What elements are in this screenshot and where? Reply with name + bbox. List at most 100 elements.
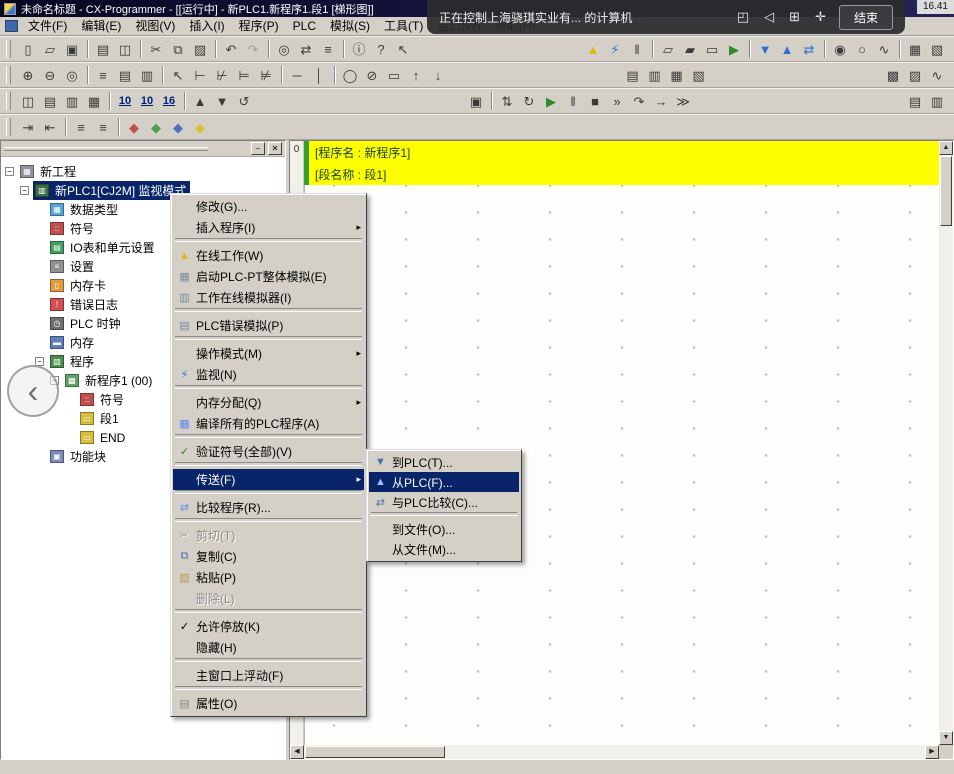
new-closed-coil-icon[interactable]: ⊘ [361, 64, 383, 86]
tree-expander-icon[interactable]: − [20, 186, 29, 195]
pause-monitor-icon[interactable]: ‖ [626, 38, 648, 60]
tree-item-body[interactable]: :: 符号 [48, 219, 98, 238]
about-icon[interactable]: ⓘ [348, 38, 370, 60]
online-edit-icon[interactable]: ▣ [465, 90, 487, 112]
help-icon[interactable]: ? [370, 38, 392, 60]
tree-expander-icon[interactable]: − [5, 167, 14, 176]
cross-reference-icon[interactable]: ▦ [666, 64, 688, 86]
menu-item[interactable]: 插入(I) [182, 17, 231, 35]
save-icon[interactable]: ▣ [61, 38, 83, 60]
mdi-child-icon[interactable] [5, 20, 18, 32]
print-preview-icon[interactable]: ◫ [114, 38, 136, 60]
symbol-table-icon[interactable]: ≡ [92, 64, 114, 86]
ctx-start-plc-pt-simulation[interactable]: ▦ 启动PLC-PT整体模拟(E) [173, 266, 364, 287]
tree-item-body[interactable]: ▬ 内存 [48, 333, 98, 352]
tile-vertical-icon[interactable]: ▦ [83, 90, 105, 112]
force-on-icon[interactable]: ◉ [829, 38, 851, 60]
zoom-out-icon[interactable]: ⊖ [39, 64, 61, 86]
new-window-icon[interactable]: ◫ [17, 90, 39, 112]
vertical-scrollbar[interactable]: ▲ ▼ [939, 141, 953, 745]
cycle-time-icon[interactable]: ↻ [518, 90, 540, 112]
or-open-contact-icon[interactable]: ⊨ [233, 64, 255, 86]
program-name-banner[interactable]: [程序名 : 新程序1] [304, 141, 939, 163]
play-icon[interactable]: ▶ [540, 90, 562, 112]
debug-mode-icon[interactable]: ▰ [679, 38, 701, 60]
horizontal-scroll-thumb[interactable] [305, 746, 445, 758]
info-window-icon[interactable]: ▥ [926, 90, 948, 112]
panel-grip[interactable] [4, 147, 208, 151]
toolbar-spacer[interactable] [255, 90, 465, 112]
mark-green-icon[interactable]: ◆ [145, 116, 167, 138]
horizontal-scrollbar[interactable]: ◀ ▶ [290, 745, 939, 759]
tree-item-new-project[interactable]: − ▦ 新工程 [1, 162, 285, 181]
paste-icon[interactable]: ▨ [189, 38, 211, 60]
fullscreen-icon[interactable]: ◰ [737, 9, 749, 25]
ctx-transfer-from-plc[interactable]: ▲ 从PLC(F)... [369, 472, 519, 492]
force-off-icon[interactable]: ○ [851, 38, 873, 60]
toolbar-spacer[interactable] [710, 64, 883, 86]
compare-with-plc-icon[interactable]: ⇄ [798, 38, 820, 60]
run-mode-icon[interactable]: ▶ [723, 38, 745, 60]
rising-edge-icon[interactable]: ↑ [405, 64, 427, 86]
toolbar-spacer[interactable] [414, 38, 582, 60]
scroll-left-button[interactable]: ◀ [290, 745, 304, 759]
ctx-insert-program[interactable]: 插入程序(I) ▸ [173, 217, 364, 238]
pause-icon[interactable]: ‖ [562, 90, 584, 112]
ctx-compile-all-plc-programs[interactable]: ▦ 编译所有的PLC程序(A) [173, 413, 364, 434]
new-open-contact-icon[interactable]: ⊢ [189, 64, 211, 86]
scroll-right-button[interactable]: ▶ [925, 745, 939, 759]
auto-online-icon[interactable]: ⚡ [604, 38, 626, 60]
carousel-prev-button[interactable]: ‹ [7, 365, 59, 417]
address-reference-icon[interactable]: ▧ [688, 64, 710, 86]
or-closed-contact-icon[interactable]: ⊭ [255, 64, 277, 86]
toolbar-spacer[interactable] [694, 90, 904, 112]
send-changes-icon[interactable]: ⇅ [496, 90, 518, 112]
menu-item[interactable]: 文件(F) [21, 17, 74, 35]
vertical-line-icon[interactable]: │ [308, 64, 330, 86]
mark-yellow-icon[interactable]: ◆ [189, 116, 211, 138]
watch-window-icon[interactable]: ▤ [622, 64, 644, 86]
menu-item[interactable]: 模拟(S) [323, 17, 377, 35]
section-name-banner[interactable]: [段名称 : 段1] [304, 163, 939, 185]
ctx-cut[interactable]: ✂ 剪切(T) [173, 525, 364, 546]
menu-item[interactable]: 编辑(E) [74, 17, 128, 35]
output-window-icon[interactable]: ▥ [644, 64, 666, 86]
tree-item-body[interactable]: ! 错误日志 [48, 295, 122, 314]
io-table-icon[interactable]: ▩ [882, 64, 904, 86]
tree-item-body[interactable]: ▣ 功能块 [48, 447, 110, 466]
ctx-hide[interactable]: 隐藏(H) [173, 637, 364, 658]
volume-icon[interactable]: ◁ [764, 9, 774, 25]
search-icon[interactable]: ≡ [317, 38, 339, 60]
ctx-compare-program[interactable]: ⇄ 比较程序(R)... [173, 497, 364, 518]
refresh-icon[interactable]: ↺ [233, 90, 255, 112]
new-file-icon[interactable]: ▯ [17, 38, 39, 60]
ctx-paste[interactable]: ▨ 粘贴(P) [173, 567, 364, 588]
cut-icon[interactable]: ✂ [145, 38, 167, 60]
vertical-scroll-thumb[interactable] [940, 156, 952, 226]
ctx-float-in-main-window[interactable]: 主窗口上浮动(F) [173, 665, 364, 686]
ctx-work-online[interactable]: ▲ 在线工作(W) [173, 245, 364, 266]
ctx-verify-symbols-all[interactable]: ✓ 验证符号(全部)(V) [173, 441, 364, 462]
decrease-indent-icon[interactable]: ⇤ [39, 116, 61, 138]
font-size-16-icon[interactable]: 16 [158, 90, 180, 112]
falling-edge-icon[interactable]: ↓ [427, 64, 449, 86]
differential-monitor-icon[interactable]: ∿ [873, 38, 895, 60]
menu-item[interactable]: 程序(P) [232, 17, 286, 35]
align-top-icon[interactable]: ≡ [70, 116, 92, 138]
transfer-to-plc-icon[interactable]: ▼ [754, 38, 776, 60]
tree-item-body[interactable]: ▦ 数据类型 [48, 200, 122, 219]
rung-down-icon[interactable]: ▼ [211, 90, 233, 112]
panel-pin-button[interactable]: ‒ [251, 142, 265, 155]
toolbar-spacer[interactable] [449, 64, 622, 86]
ctx-transfer-from-file[interactable]: 从文件(M)... [369, 539, 519, 559]
grid-icon[interactable]: ▦ [904, 38, 926, 60]
scroll-up-button[interactable]: ▲ [939, 141, 953, 155]
tree-item-body[interactable]: ▤ IO表和单元设置 [48, 238, 159, 257]
menu-item[interactable]: PLC [286, 17, 323, 35]
ctx-transfer-to-plc[interactable]: ▼ 到PLC(T)... [369, 452, 519, 472]
memory-view-icon[interactable]: ▨ [904, 64, 926, 86]
ctx-copy[interactable]: ⧉ 复制(C) [173, 546, 364, 567]
tree-item-body[interactable]: ▦ 新工程 [18, 162, 80, 181]
session-settings-icon[interactable]: ✛ [815, 9, 826, 25]
ctx-operating-mode[interactable]: 操作模式(M) ▸ [173, 343, 364, 364]
